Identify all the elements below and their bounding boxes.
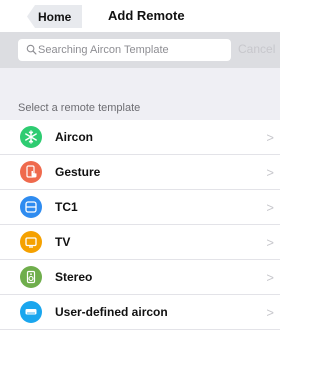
chevron-right-icon: > <box>266 235 274 250</box>
chevron-right-icon: > <box>266 165 274 180</box>
list-item-tv[interactable]: TV > <box>0 225 280 260</box>
list-item-label: User-defined aircon <box>55 305 168 319</box>
list-item-aircon[interactable]: Aircon > <box>0 120 280 155</box>
navigation-bar: Home Add Remote <box>0 0 280 32</box>
page-title: Add Remote <box>108 8 185 23</box>
spacer <box>0 68 280 100</box>
list-item-tc1[interactable]: TC1 > <box>0 190 280 225</box>
section-header-label: Select a remote template <box>18 102 141 114</box>
aircon-unit-icon <box>20 301 42 323</box>
cancel-button[interactable]: Cancel <box>238 42 275 56</box>
list-item-label: Aircon <box>55 130 94 144</box>
tv-icon <box>20 231 42 253</box>
list-item-gesture[interactable]: Gesture > <box>0 155 280 190</box>
home-back-button[interactable]: Home <box>27 5 82 28</box>
template-list: Aircon > Gesture > TC1 > TV > Stereo > U… <box>0 120 280 330</box>
section-header: Select a remote template <box>0 100 280 120</box>
power-strip-icon <box>20 196 42 218</box>
search-input[interactable]: Searching Aircon Template <box>18 39 231 61</box>
chevron-right-icon: > <box>266 200 274 215</box>
chevron-right-icon: > <box>266 130 274 145</box>
chevron-right-icon: > <box>266 305 274 320</box>
snowflake-icon <box>20 126 42 148</box>
list-item-label: Gesture <box>55 165 101 179</box>
chevron-right-icon: > <box>266 270 274 285</box>
list-item-label: TV <box>55 235 71 249</box>
list-item-label: TC1 <box>55 200 78 214</box>
list-item-stereo[interactable]: Stereo > <box>0 260 280 295</box>
search-placeholder: Searching Aircon Template <box>38 44 169 56</box>
search-icon <box>26 44 37 55</box>
list-item-label: Stereo <box>55 270 93 284</box>
hand-gesture-icon <box>20 161 42 183</box>
speaker-icon <box>20 266 42 288</box>
search-bar: Searching Aircon Template Cancel <box>0 32 280 68</box>
list-item-user-defined-aircon[interactable]: User-defined aircon > <box>0 295 280 330</box>
